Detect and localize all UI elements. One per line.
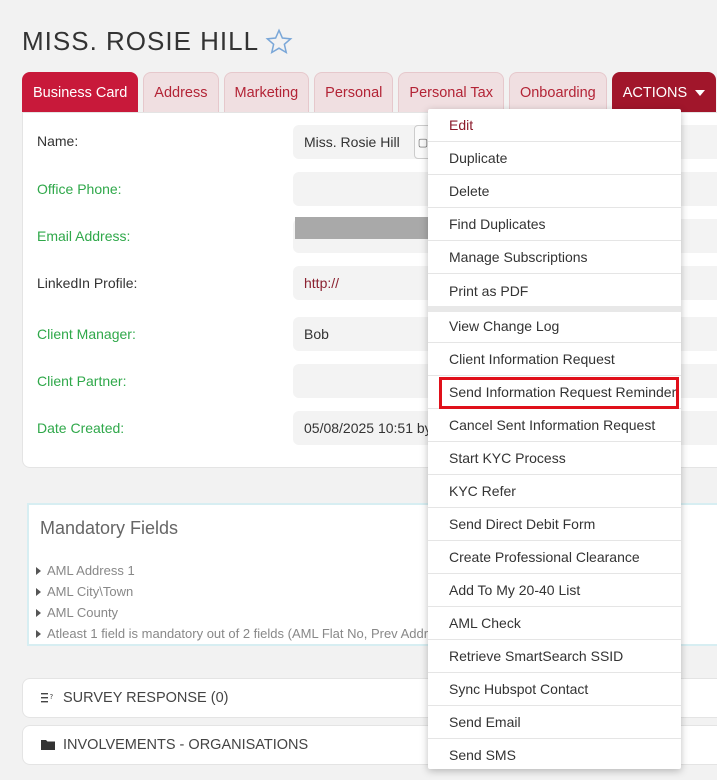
folder-icon	[41, 739, 55, 751]
mandatory-title: Mandatory Fields	[40, 518, 179, 538]
name-value: Miss. Rosie Hill	[304, 134, 400, 150]
menu-item-view-change-log[interactable]: View Change Log	[428, 310, 681, 343]
date-created-label: Date Created:	[37, 420, 125, 436]
star-outline-icon[interactable]	[265, 27, 293, 56]
linkedin-value: http://	[304, 275, 340, 291]
triangle-right-icon	[36, 629, 41, 638]
mandatory-item: Atleast 1 field is mandatory out of 2 fi…	[36, 626, 428, 641]
menu-item-send-sms[interactable]: Send SMS	[428, 738, 681, 771]
menu-item-find-duplicates[interactable]: Find Duplicates	[428, 208, 681, 241]
tab-business-card[interactable]: Business Card	[22, 72, 139, 112]
email-label: Email Address:	[37, 228, 131, 244]
menu-item-add-to-20-40-list[interactable]: Add To My 20-40 List	[428, 574, 681, 607]
triangle-right-icon	[36, 566, 41, 575]
menu-item-kyc-refer[interactable]: KYC Refer	[428, 475, 681, 508]
menu-item-start-kyc-process[interactable]: Start KYC Process	[428, 442, 681, 475]
highlight-box	[439, 377, 679, 409]
client-manager-label: Client Manager:	[37, 326, 136, 342]
mandatory-item-text: AML City\Town	[47, 584, 134, 599]
client-partner-label: Client Partner:	[37, 373, 127, 389]
menu-item-sync-hubspot-contact[interactable]: Sync Hubspot Contact	[428, 673, 681, 706]
office-phone-label: Office Phone:	[37, 181, 122, 197]
mandatory-item: AML County	[36, 605, 118, 620]
mandatory-item: AML City\Town	[36, 584, 133, 599]
name-label: Name:	[37, 133, 79, 149]
tab-personal-tax[interactable]: Personal Tax	[398, 72, 504, 112]
survey-response-label: SURVEY RESPONSE (0)	[63, 690, 229, 706]
caret-down-icon	[695, 89, 706, 96]
tab-bar: Business Card Address Marketing Personal…	[22, 72, 717, 112]
actions-dropdown-button[interactable]: ACTIONS	[611, 72, 717, 112]
menu-item-send-direct-debit-form[interactable]: Send Direct Debit Form	[428, 508, 681, 541]
mandatory-item: AML Address 1	[36, 563, 135, 578]
svg-text:?: ?	[50, 693, 54, 701]
mandatory-item-text: Atleast 1 field is mandatory out of 2 fi…	[47, 626, 429, 641]
page-header: MISS. ROSIE HILL	[22, 26, 293, 57]
tab-marketing[interactable]: Marketing	[223, 72, 310, 112]
actions-menu: Edit Duplicate Delete Find Duplicates Ma…	[428, 109, 681, 769]
menu-item-aml-check[interactable]: AML Check	[428, 607, 681, 640]
menu-item-create-professional-clearance[interactable]: Create Professional Clearance	[428, 541, 681, 574]
menu-item-cancel-sent-information-request[interactable]: Cancel Sent Information Request	[428, 409, 681, 442]
menu-item-delete[interactable]: Delete	[428, 175, 681, 208]
triangle-right-icon	[36, 608, 41, 617]
menu-item-manage-subscriptions[interactable]: Manage Subscriptions	[428, 241, 681, 274]
mandatory-item-text: AML Address 1	[47, 563, 135, 578]
menu-item-send-email[interactable]: Send Email	[428, 706, 681, 739]
triangle-right-icon	[36, 587, 41, 596]
involvements-label: INVOLVEMENTS - ORGANISATIONS	[63, 737, 309, 753]
actions-label: ACTIONS	[622, 84, 688, 101]
redacted-email-block	[295, 217, 429, 239]
tab-address[interactable]: Address	[143, 72, 219, 112]
client-manager-value: Bob	[304, 326, 329, 342]
mandatory-item-text: AML County	[47, 605, 119, 620]
tab-onboarding[interactable]: Onboarding	[508, 72, 607, 112]
menu-item-retrieve-smartsearch-ssid[interactable]: Retrieve SmartSearch SSID	[428, 640, 681, 673]
list-question-icon: ?	[41, 692, 55, 704]
date-created-value: 05/08/2025 10:51 by	[304, 420, 432, 436]
linkedin-label: LinkedIn Profile:	[37, 275, 138, 291]
menu-item-client-information-request[interactable]: Client Information Request	[428, 343, 681, 376]
page-title: MISS. ROSIE HILL	[22, 26, 260, 56]
menu-item-duplicate[interactable]: Duplicate	[428, 142, 681, 175]
menu-item-print-pdf[interactable]: Print as PDF	[428, 274, 681, 307]
menu-item-edit[interactable]: Edit	[428, 109, 681, 142]
tab-personal[interactable]: Personal	[314, 72, 394, 112]
